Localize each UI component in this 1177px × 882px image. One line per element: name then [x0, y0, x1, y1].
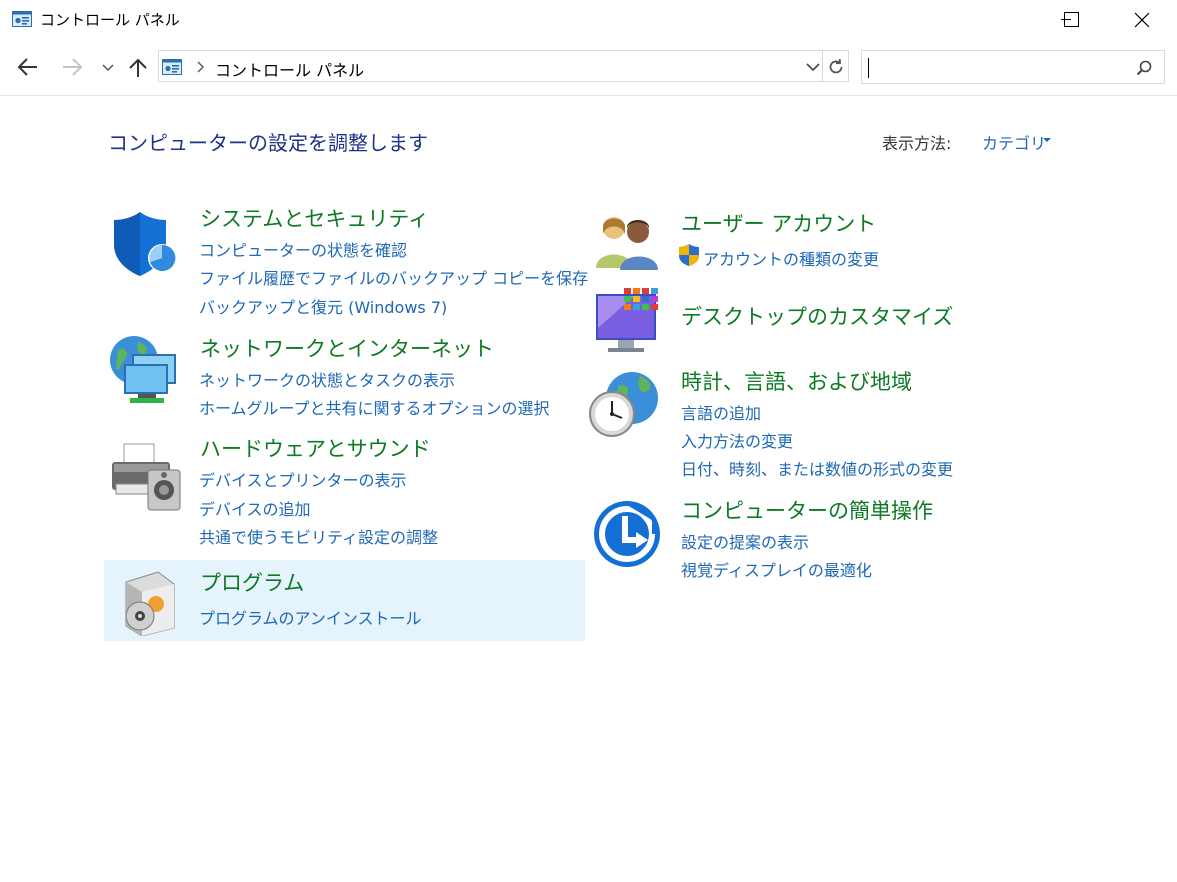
recent-locations-button[interactable]: [100, 56, 116, 78]
desktop-monitor-icon[interactable]: [594, 288, 662, 356]
view-by-dropdown[interactable]: カテゴリ: [982, 130, 1046, 154]
search-icon[interactable]: [1136, 60, 1152, 76]
clock-region-title[interactable]: 時計、言語、および地域: [681, 366, 912, 396]
system-security-link-backup-restore[interactable]: バックアップと復元 (Windows 7): [199, 294, 447, 318]
clock-globe-icon[interactable]: [588, 370, 662, 442]
system-security-link-file-history[interactable]: ファイル履歴でファイルのバックアップ コピーを保存: [199, 265, 588, 289]
programs-title[interactable]: プログラム: [200, 567, 304, 597]
back-arrow-icon: [17, 58, 37, 76]
text-cursor: [868, 58, 869, 78]
view-by-caret-icon[interactable]: [1043, 138, 1051, 142]
address-bar[interactable]: コントロール パネル: [158, 50, 823, 82]
close-icon: [1134, 12, 1150, 28]
close-button[interactable]: [1119, 0, 1165, 40]
user-accounts-link-change-type[interactable]: アカウントの種類の変更: [703, 246, 879, 270]
forward-button[interactable]: [58, 56, 86, 78]
back-button[interactable]: [14, 56, 42, 78]
users-icon[interactable]: [594, 212, 662, 270]
chevron-down-icon: [102, 64, 114, 72]
maximize-square-icon: [1064, 12, 1079, 27]
network-link-homegroup[interactable]: ホームグループと共有に関するオプションの選択: [199, 395, 550, 419]
ease-of-access-link-suggestions[interactable]: 設定の提案の表示: [681, 529, 809, 553]
clock-region-link-add-language[interactable]: 言語の追加: [681, 400, 761, 424]
control-panel-icon: [162, 59, 182, 75]
uac-shield-icon: [679, 244, 699, 266]
network-globe-icon[interactable]: [108, 334, 184, 406]
clock-region-link-date-format[interactable]: 日付、時刻、または数値の形式の変更: [681, 456, 953, 480]
breadcrumb-separator-icon[interactable]: [195, 61, 205, 73]
system-security-title[interactable]: システムとセキュリティ: [200, 203, 429, 233]
breadcrumb-control-panel[interactable]: コントロール パネル: [215, 57, 364, 81]
printer-speaker-icon[interactable]: [108, 440, 184, 512]
up-arrow-icon: [129, 58, 147, 77]
title-bar: コントロール パネル: [0, 0, 1177, 40]
page-heading: コンピューターの設定を調整します: [108, 131, 428, 155]
refresh-button[interactable]: [822, 50, 849, 82]
hardware-link-devices-printers[interactable]: デバイスとプリンターの表示: [199, 467, 407, 491]
network-title[interactable]: ネットワークとインターネット: [200, 333, 494, 363]
view-by-label: 表示方法:: [882, 134, 952, 153]
refresh-icon: [829, 58, 843, 74]
shield-icon[interactable]: [110, 210, 180, 280]
ease-of-access-link-optimize-display[interactable]: 視覚ディスプレイの最適化: [681, 557, 872, 581]
programs-box-icon[interactable]: [118, 570, 180, 636]
network-link-status-tasks[interactable]: ネットワークの状態とタスクの表示: [199, 367, 455, 391]
system-security-link-check-status[interactable]: コンピューターの状態を確認: [199, 237, 407, 261]
address-dropdown-icon[interactable]: [805, 59, 821, 75]
user-accounts-title[interactable]: ユーザー アカウント: [681, 208, 876, 238]
hardware-link-add-device[interactable]: デバイスの追加: [199, 496, 311, 520]
clock-region-link-input-method[interactable]: 入力方法の変更: [681, 428, 793, 452]
control-panel-icon: [12, 11, 32, 27]
desktop-title[interactable]: デスクトップのカスタマイズ: [681, 301, 953, 331]
toolbar-divider: [0, 95, 1177, 96]
window-title: コントロール パネル: [40, 11, 180, 29]
up-button[interactable]: [126, 56, 150, 78]
search-box[interactable]: [861, 50, 1165, 84]
ease-of-access-title[interactable]: コンピューターの簡単操作: [681, 495, 933, 525]
hardware-title[interactable]: ハードウェアとサウンド: [200, 433, 431, 463]
ease-of-access-icon[interactable]: [592, 500, 662, 570]
programs-link-uninstall[interactable]: プログラムのアンインストール: [199, 605, 422, 629]
hardware-link-mobility-settings[interactable]: 共通で使うモビリティ設定の調整: [199, 524, 438, 548]
forward-arrow-icon: [63, 58, 83, 76]
